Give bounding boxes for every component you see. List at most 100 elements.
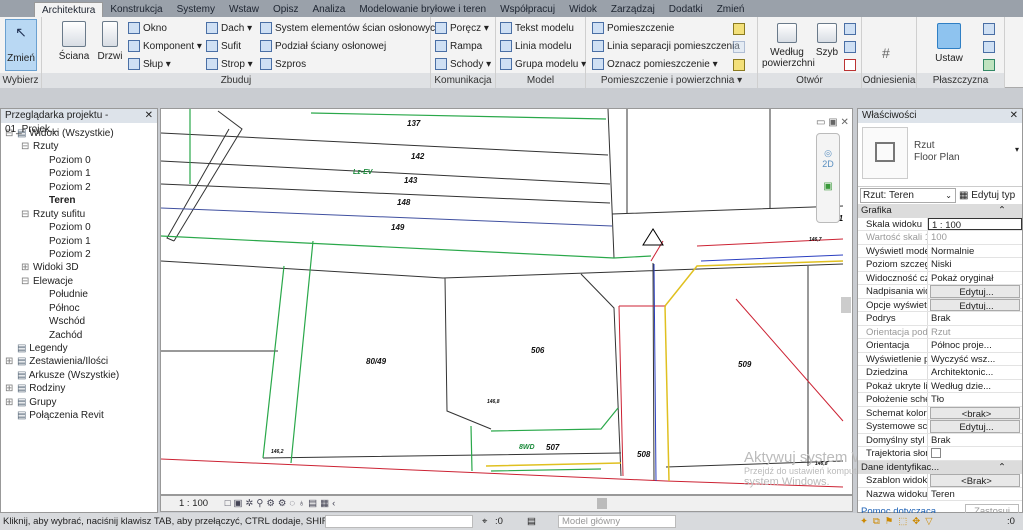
browser-item[interactable]: Wschód — [1, 315, 157, 328]
tab-6[interactable]: Modelowanie bryłowe i teren — [352, 2, 493, 17]
tab-9[interactable]: Zarządzaj — [604, 2, 662, 17]
tab-4[interactable]: Opisz — [266, 2, 306, 17]
browser-item[interactable]: ⊞ ▤ Rodziny — [1, 382, 157, 395]
browser-item[interactable]: Północ — [1, 302, 157, 315]
property-edit-button[interactable]: Edytuj... — [930, 285, 1020, 298]
tab-2[interactable]: Systemy — [170, 2, 222, 17]
workset-dropdown[interactable] — [325, 515, 473, 528]
curtain-system-button[interactable]: System elementów ścian osłonowych — [260, 22, 441, 34]
room-group-dropdown[interactable]: Pomieszczenie i powierzchnia ▾ — [586, 73, 757, 88]
property-edit-button[interactable]: <brak> — [930, 406, 1020, 419]
property-edit-button[interactable]: <Brak> — [930, 474, 1020, 487]
browser-item[interactable]: Poziom 2 — [1, 181, 157, 194]
grid-icon[interactable]: # — [882, 45, 890, 61]
browser-item[interactable]: ⊟ Rzuty sufitu — [1, 208, 157, 221]
property-value[interactable]: Pokaż oryginał — [928, 272, 1022, 285]
room-tag-button[interactable]: Oznacz pomieszczenie ▾ — [592, 58, 718, 70]
expand-toggle-icon[interactable]: ⊞ — [21, 261, 33, 274]
property-edit-button[interactable]: Edytuj... — [930, 298, 1020, 311]
railing-button[interactable]: Poręcz ▾ — [435, 22, 489, 34]
browser-item[interactable]: Południe — [1, 288, 157, 301]
zoom-icon[interactable]: ▣ — [817, 181, 839, 192]
floor-button[interactable]: Strop ▾ — [206, 58, 253, 70]
browser-item[interactable]: ⊞ ▤ Zestawienia/Ilości — [1, 355, 157, 368]
tab-5[interactable]: Analiza — [306, 2, 353, 17]
expand-toggle-icon[interactable]: ⊞ — [5, 355, 17, 368]
horizontal-scrollbar-thumb[interactable] — [597, 498, 607, 509]
property-value[interactable]: Wyczyść wsz... — [928, 353, 1022, 366]
select-dropdown[interactable]: Wybierz ▾ — [0, 73, 41, 101]
expand-toggle-icon[interactable]: ⊟ — [21, 208, 33, 221]
wall-button[interactable]: Ściana — [56, 21, 92, 62]
type-selector[interactable]: Rzut Floor Plan ▾ — [858, 123, 1022, 187]
browser-item[interactable]: ⊟ Rzuty — [1, 140, 157, 153]
group-header-identity[interactable]: Dane identyfikac... ⌃ — [858, 460, 1022, 474]
property-value[interactable]: Brak — [928, 434, 1022, 447]
window-controls[interactable]: ▭ ▣ ✕ — [816, 117, 849, 128]
editable-only-icon[interactable]: ⌖ — [482, 513, 487, 530]
property-value[interactable]: Teren — [928, 488, 1022, 501]
ceiling-button[interactable]: Sufit — [206, 40, 241, 52]
tab-7[interactable]: Współpracuj — [493, 2, 562, 17]
door-button[interactable]: Drzwi — [96, 21, 124, 62]
property-value[interactable]: Normalnie — [928, 245, 1022, 258]
browser-item[interactable]: ▤ Arkusze (Wszystkie) — [1, 369, 157, 382]
window-button[interactable]: Okno — [128, 22, 167, 34]
vertical-scrollbar-thumb[interactable] — [841, 297, 851, 313]
browser-item[interactable]: ▤ Połączenia Revit — [1, 409, 157, 422]
browser-item[interactable]: Poziom 0 — [1, 221, 157, 234]
property-checkbox[interactable] — [928, 447, 1022, 460]
component-button[interactable]: Komponent ▾ — [128, 40, 202, 52]
by-face-button[interactable]: Według powierzchni — [762, 23, 815, 69]
property-value[interactable]: Brak — [928, 312, 1022, 325]
design-options-icon[interactable]: ▤ — [527, 513, 536, 530]
browser-item[interactable]: ⊞ ▤ Grupy — [1, 396, 157, 409]
tab-1[interactable]: Konstrukcja — [103, 2, 169, 17]
group-header-graphics[interactable]: Grafika ⌃ — [858, 204, 1022, 218]
property-value[interactable]: 1 : 100 — [928, 217, 1022, 230]
close-icon[interactable]: ✕ — [1010, 109, 1018, 123]
selection-toggle-icons[interactable]: ✦⧉⚑⬚✥▽ — [860, 513, 938, 530]
browser-item[interactable]: ⊟ Elewacje — [1, 275, 157, 288]
tab-3[interactable]: Wstaw — [222, 2, 266, 17]
tab-8[interactable]: Widok — [562, 2, 604, 17]
column-button[interactable]: Słup ▾ — [128, 58, 171, 70]
room-separator-button[interactable]: Linia separacji pomieszczenia — [592, 40, 740, 52]
stair-button[interactable]: Schody ▾ — [435, 58, 491, 70]
browser-item[interactable]: Poziom 1 — [1, 167, 157, 180]
edit-type-button[interactable]: ▦ Edytuj typ — [959, 190, 1015, 201]
vertical-opening-icon[interactable] — [844, 41, 856, 53]
property-value[interactable]: Według dzie... — [928, 380, 1022, 393]
property-value[interactable]: Tło — [928, 393, 1022, 406]
roof-button[interactable]: Dach ▾ — [206, 22, 252, 34]
browser-item[interactable]: Poziom 0 — [1, 154, 157, 167]
ramp-button[interactable]: Rampa — [435, 40, 482, 52]
browser-item[interactable]: ⊞ Widoki 3D — [1, 261, 157, 274]
dropdown-arrow-icon[interactable]: ▾ — [1015, 145, 1019, 154]
view-selector[interactable]: Rzut: Teren ⌄ — [860, 188, 956, 203]
area-tag-icon[interactable] — [733, 59, 745, 71]
show-workplane-icon[interactable] — [983, 23, 995, 35]
property-value[interactable]: Niski — [928, 258, 1022, 271]
modify-button[interactable]: ↖ Zmień — [5, 19, 37, 71]
model-text-button[interactable]: Tekst modelu — [500, 22, 574, 34]
browser-item[interactable]: Zachód — [1, 329, 157, 342]
close-icon[interactable]: ✕ — [145, 109, 153, 123]
property-value[interactable]: Architektonic... — [928, 366, 1022, 379]
steering-wheel-icon[interactable]: ◎ 2D — [817, 148, 839, 169]
tab-11[interactable]: Zmień — [710, 2, 752, 17]
navigation-bar[interactable]: ◎ 2D ▣ — [816, 133, 840, 223]
area-icon[interactable] — [733, 23, 745, 35]
viewer-icon[interactable] — [983, 59, 995, 71]
view-control-icons[interactable]: □▣✲⚲⚙⚙◌♁▤▦‹ — [225, 498, 339, 509]
ref-plane-icon[interactable] — [983, 41, 995, 53]
dormer-icon[interactable] — [844, 59, 856, 71]
model-line-button[interactable]: Linia modelu — [500, 40, 572, 52]
expand-toggle-icon[interactable]: ⊞ — [5, 382, 17, 395]
model-group-button[interactable]: Grupa modelu ▾ — [500, 58, 586, 70]
room-button[interactable]: Pomieszczenie — [592, 22, 674, 34]
area-boundary-icon[interactable] — [733, 41, 745, 53]
drawing-canvas[interactable]: 13714214314814980/4950650950750882/21146… — [160, 108, 936, 495]
wall-opening-icon[interactable] — [844, 23, 856, 35]
shaft-button[interactable]: Szyb — [814, 23, 840, 58]
